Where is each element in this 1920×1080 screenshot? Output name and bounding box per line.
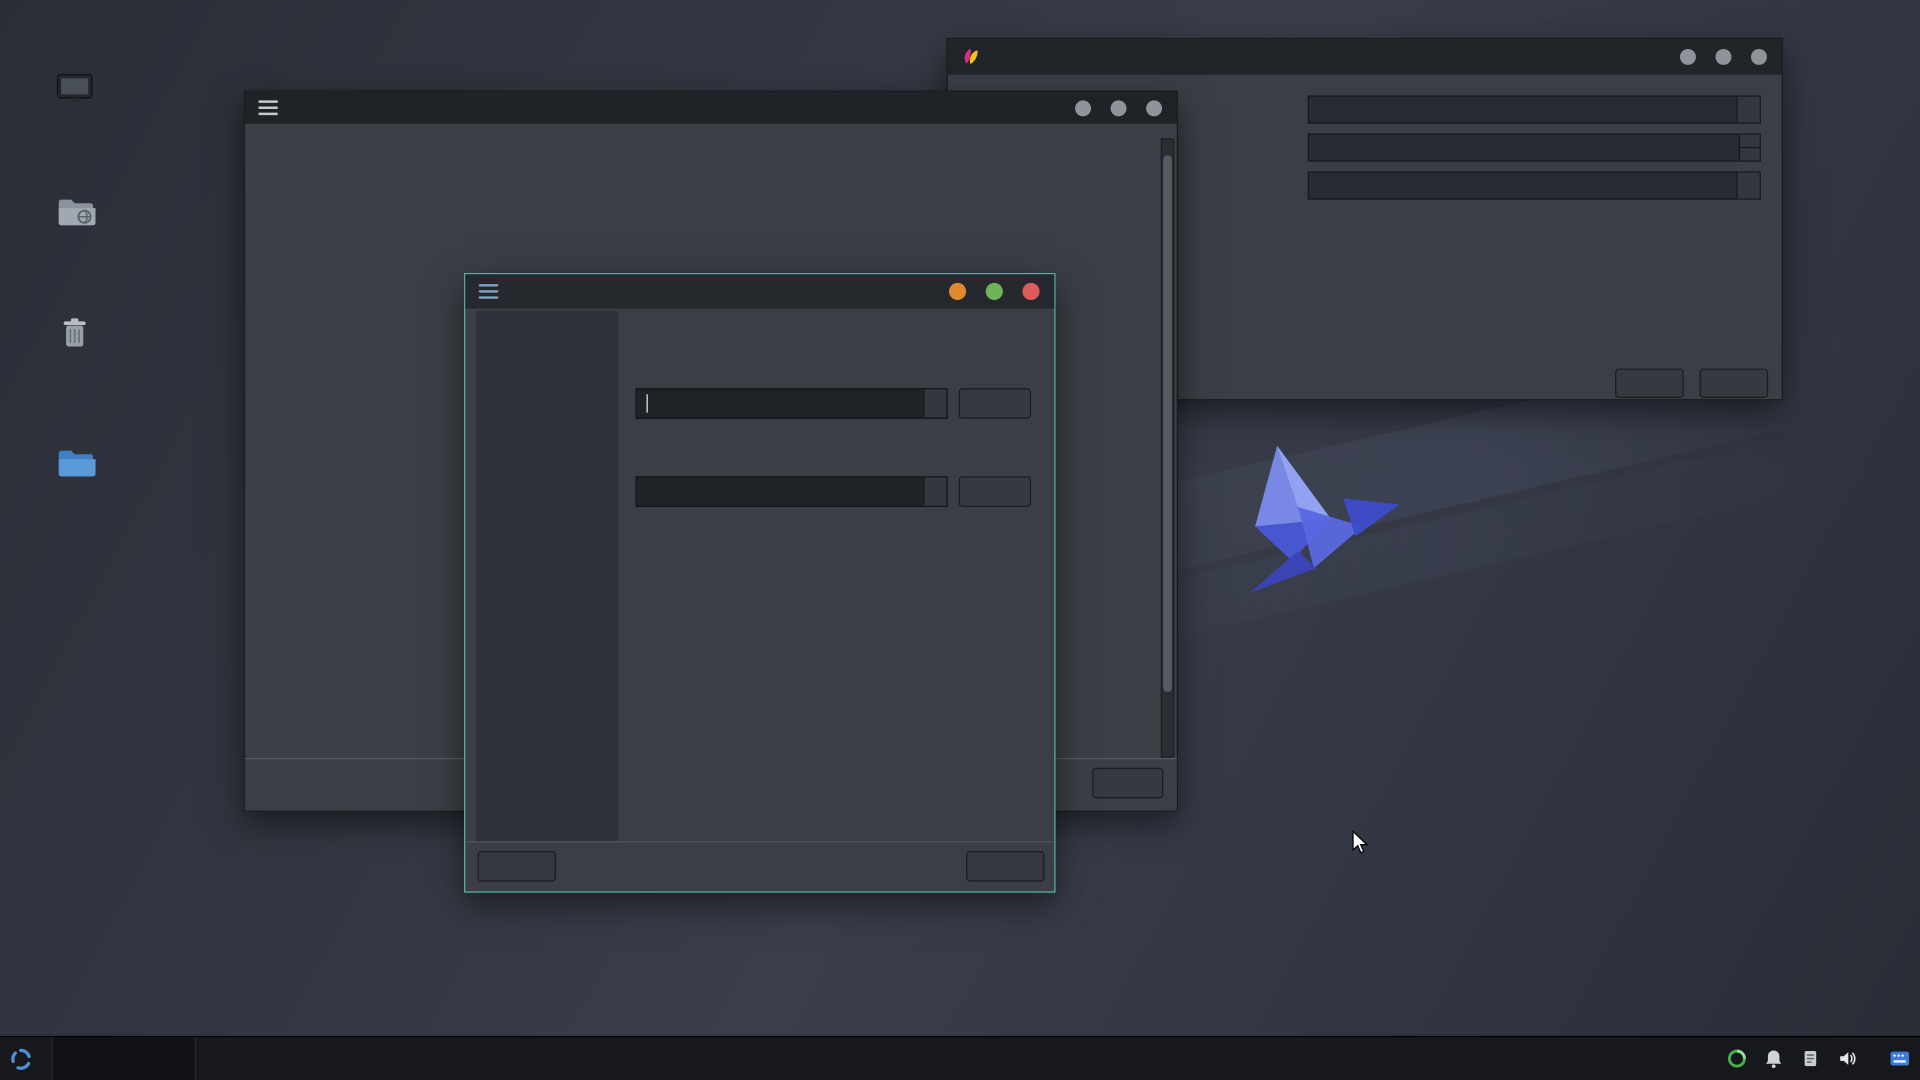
close-button[interactable]: [966, 851, 1044, 882]
titlebar[interactable]: [948, 39, 1782, 75]
reset-button[interactable]: [478, 851, 556, 882]
menu-icon[interactable]: [479, 284, 499, 299]
desktop-icon-user[interactable]: [23, 442, 126, 486]
titlebar[interactable]: [245, 92, 1177, 124]
close-button[interactable]: [1022, 283, 1039, 300]
folder-icon: [54, 442, 96, 484]
lxqt-logo-icon: [10, 1048, 32, 1070]
titlebar[interactable]: [465, 274, 1054, 308]
computer-icon: [54, 69, 96, 111]
screenlock-search-button[interactable]: [959, 476, 1031, 507]
minimize-button[interactable]: [1075, 100, 1091, 116]
scrollbar[interactable]: [1161, 138, 1174, 758]
compositor-search-button[interactable]: [959, 388, 1031, 419]
chevron-down-icon[interactable]: [923, 478, 946, 506]
chevron-down-icon[interactable]: [923, 389, 946, 417]
trash-icon: [54, 313, 96, 355]
menu-icon[interactable]: [258, 100, 278, 115]
wallpaper-bird-graphic: [1206, 431, 1420, 609]
desktop: [0, 0, 1920, 1080]
text-cursor: [647, 394, 648, 412]
window-lxqt-session-settings: [464, 273, 1055, 893]
openbox-theme-combobox[interactable]: [1308, 96, 1761, 124]
clipboard-icon[interactable]: [1800, 1048, 1821, 1069]
system-tray: [1727, 1048, 1920, 1069]
maximize-button[interactable]: [1716, 49, 1732, 65]
divider: [467, 841, 1054, 842]
wayland-compositor-combobox[interactable]: [636, 388, 948, 419]
close-button[interactable]: [1092, 768, 1163, 799]
spin-up-icon[interactable]: [1740, 135, 1760, 148]
corner-radius-spinbox[interactable]: [1308, 133, 1761, 161]
maximize-button[interactable]: [986, 283, 1003, 300]
network-icon: [54, 191, 96, 233]
minimize-button[interactable]: [1680, 49, 1696, 65]
close-button[interactable]: [1751, 49, 1767, 65]
close-button[interactable]: [1146, 100, 1162, 116]
desktop-icon-network[interactable]: [23, 191, 126, 235]
notifications-bell-icon[interactable]: [1763, 1048, 1784, 1069]
chevron-down-icon[interactable]: [1736, 173, 1759, 199]
maximize-button[interactable]: [1111, 100, 1127, 116]
apply-button[interactable]: [1700, 369, 1769, 398]
keyboard-layout-icon[interactable]: [1889, 1048, 1910, 1069]
taskbar: [0, 1036, 1920, 1080]
start-menu-button[interactable]: [0, 1037, 51, 1080]
volume-icon[interactable]: [1837, 1048, 1858, 1069]
scrollbar-thumb[interactable]: [1163, 156, 1172, 692]
drop-shadows-combobox[interactable]: [1308, 171, 1761, 199]
desktop-icon-trash[interactable]: [23, 313, 126, 357]
network-status-icon[interactable]: [1727, 1048, 1748, 1069]
screenlock-command-combobox[interactable]: [636, 476, 948, 507]
session-sidebar: [476, 311, 618, 841]
quicklaunch-drop-area[interactable]: [51, 1037, 195, 1080]
chevron-down-icon[interactable]: [1736, 97, 1759, 123]
labwc-tweaks-logo-icon: [960, 47, 981, 68]
minimize-button[interactable]: [949, 283, 966, 300]
spin-down-icon[interactable]: [1740, 148, 1760, 160]
close-button[interactable]: [1615, 369, 1684, 398]
desktop-icon-computer[interactable]: [23, 69, 126, 113]
